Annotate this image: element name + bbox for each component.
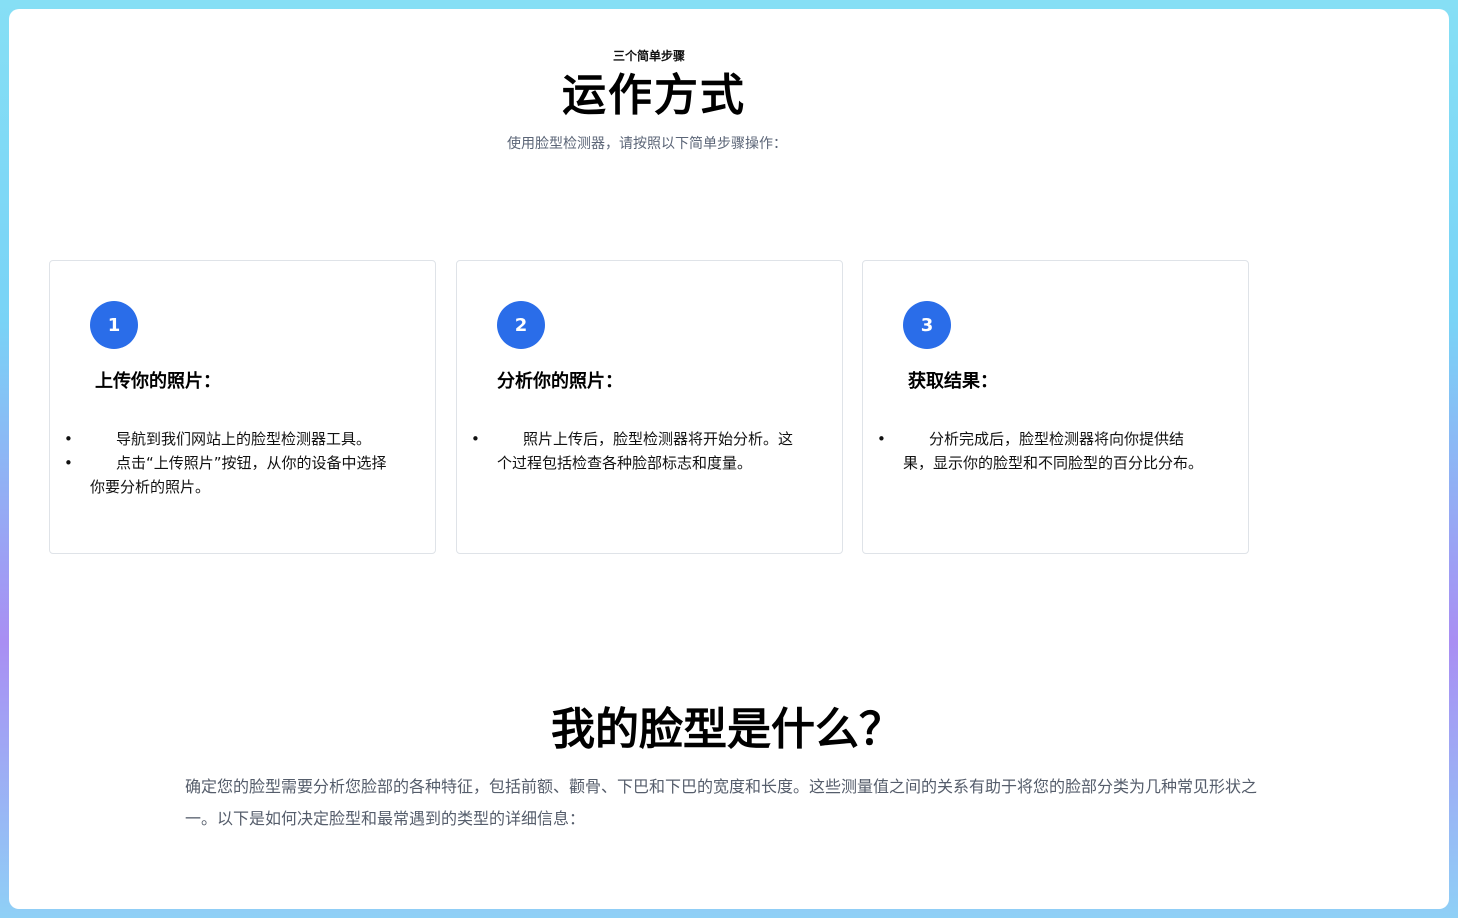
content-panel: 三个简单步骤 运作方式 使用脸型检测器，请按照以下简单步骤操作： 1 上传你的照… (9, 9, 1449, 909)
step-number-badge: 3 (903, 301, 951, 349)
step-number-badge: 1 (90, 301, 138, 349)
step-title: 分析你的照片： (497, 371, 623, 392)
step-title: 上传你的照片： (95, 371, 221, 392)
list-item: 导航到我们网站上的脸型检测器工具。 (64, 427, 390, 451)
step-card-3: 3 获取结果： 分析完成后，脸型检测器将向你提供结果，显示你的脸型和不同脸型的百… (862, 260, 1249, 554)
step-title: 获取结果： (908, 371, 998, 392)
step-number-badge: 2 (497, 301, 545, 349)
step-card-1: 1 上传你的照片： 导航到我们网站上的脸型检测器工具。 点击“上传照片”按钮，从… (49, 260, 436, 554)
page-title: 运作方式 (562, 70, 746, 121)
step-list: 照片上传后，脸型检测器将开始分析。这个过程包括检查各种脸部标志和度量。 (471, 427, 797, 475)
list-item: 照片上传后，脸型检测器将开始分析。这个过程包括检查各种脸部标志和度量。 (471, 427, 797, 475)
step-list: 分析完成后，脸型检测器将向你提供结果，显示你的脸型和不同脸型的百分比分布。 (877, 427, 1203, 475)
page-subtitle: 使用脸型检测器，请按照以下简单步骤操作： (507, 136, 787, 152)
section-title: 我的脸型是什么？ (551, 704, 903, 755)
step-card-2: 2 分析你的照片： 照片上传后，脸型检测器将开始分析。这个过程包括检查各种脸部标… (456, 260, 843, 554)
list-item: 分析完成后，脸型检测器将向你提供结果，显示你的脸型和不同脸型的百分比分布。 (877, 427, 1203, 475)
list-item: 点击“上传照片”按钮，从你的设备中选择你要分析的照片。 (64, 451, 390, 499)
step-list: 导航到我们网站上的脸型检测器工具。 点击“上传照片”按钮，从你的设备中选择你要分… (64, 427, 390, 499)
section-body: 确定您的脸型需要分析您脸部的各种特征，包括前额、颧骨、下巴和下巴的宽度和长度。这… (185, 777, 1258, 828)
